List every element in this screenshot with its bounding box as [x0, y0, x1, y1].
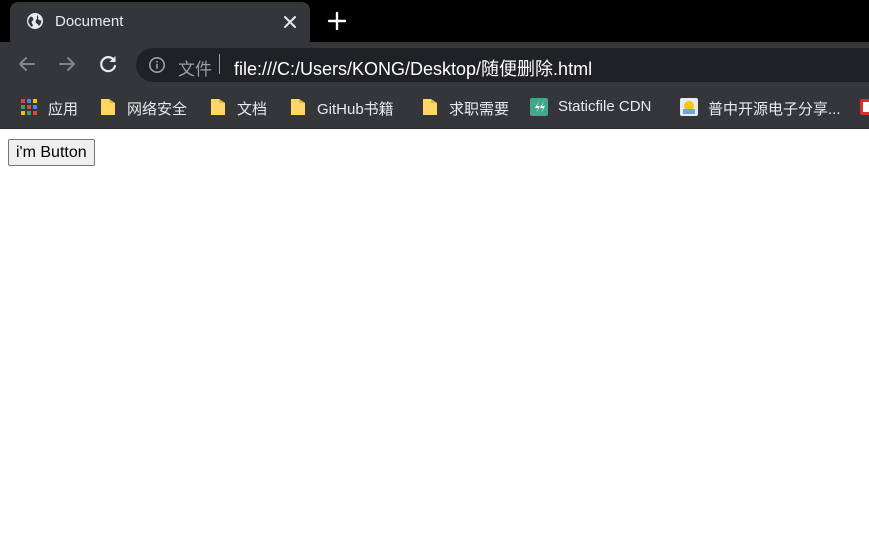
- globe-icon: [27, 13, 43, 29]
- bookmark-label: GitHub书籍: [317, 101, 394, 118]
- bookmark-label: 网络安全: [127, 101, 188, 118]
- bookmark-label: 普中开源电子分享...: [708, 101, 841, 118]
- scheme-label: 文件: [178, 60, 212, 79]
- bookmark-label: 文档: [237, 101, 268, 118]
- bookmark-folder-network-security[interactable]: 网络安全: [99, 96, 191, 118]
- site-favicon-icon: [860, 99, 869, 115]
- staticfile-icon: [530, 98, 548, 116]
- im-button[interactable]: i'm Button: [8, 139, 95, 166]
- arrow-left-icon[interactable]: [15, 52, 39, 76]
- folder-icon: [101, 99, 115, 115]
- plus-icon[interactable]: [326, 10, 348, 32]
- tab-title: Document: [55, 13, 124, 30]
- bookmark-folder-github-books[interactable]: GitHub书籍: [289, 96, 404, 118]
- site-favicon-icon: [680, 98, 698, 116]
- browser-tab[interactable]: Document: [10, 2, 310, 42]
- bookmark-overflow-partial[interactable]: [860, 96, 869, 118]
- bookmark-puzhong-share[interactable]: 普中开源电子分享...: [680, 96, 850, 118]
- url-text[interactable]: file:///C:/Users/KONG/Desktop/随便删除.html: [234, 55, 592, 81]
- arrow-right-icon[interactable]: [55, 52, 79, 76]
- bookmark-label: Staticfile CDN: [558, 98, 652, 115]
- bookmark-folder-job-needs[interactable]: 求职需要: [421, 96, 513, 118]
- bookmark-staticfile-cdn[interactable]: Staticfile CDN: [530, 96, 662, 118]
- bookmark-label: 应用: [48, 101, 79, 118]
- reload-icon[interactable]: [96, 52, 120, 76]
- bookmarks-bar: 应用 网络安全 文档 GitHub书籍 求职需要 Staticfile CDN: [0, 87, 869, 129]
- folder-icon: [291, 99, 305, 115]
- address-bar[interactable]: 文件 file:///C:/Users/KONG/Desktop/随便删除.ht…: [136, 48, 869, 82]
- folder-icon: [423, 99, 437, 115]
- apps-grid-icon: [21, 99, 37, 115]
- folder-icon: [211, 99, 225, 115]
- browser-toolbar: 文件 file:///C:/Users/KONG/Desktop/随便删除.ht…: [0, 42, 869, 87]
- close-icon[interactable]: [280, 12, 300, 32]
- bookmark-label: 求职需要: [449, 101, 510, 118]
- tab-strip: Document: [0, 0, 869, 42]
- page-content: i'm Button: [0, 129, 869, 556]
- bookmark-apps[interactable]: 应用: [20, 96, 82, 118]
- info-icon[interactable]: [148, 56, 166, 74]
- bookmark-folder-docs[interactable]: 文档: [209, 96, 271, 118]
- url-separator: [219, 54, 220, 74]
